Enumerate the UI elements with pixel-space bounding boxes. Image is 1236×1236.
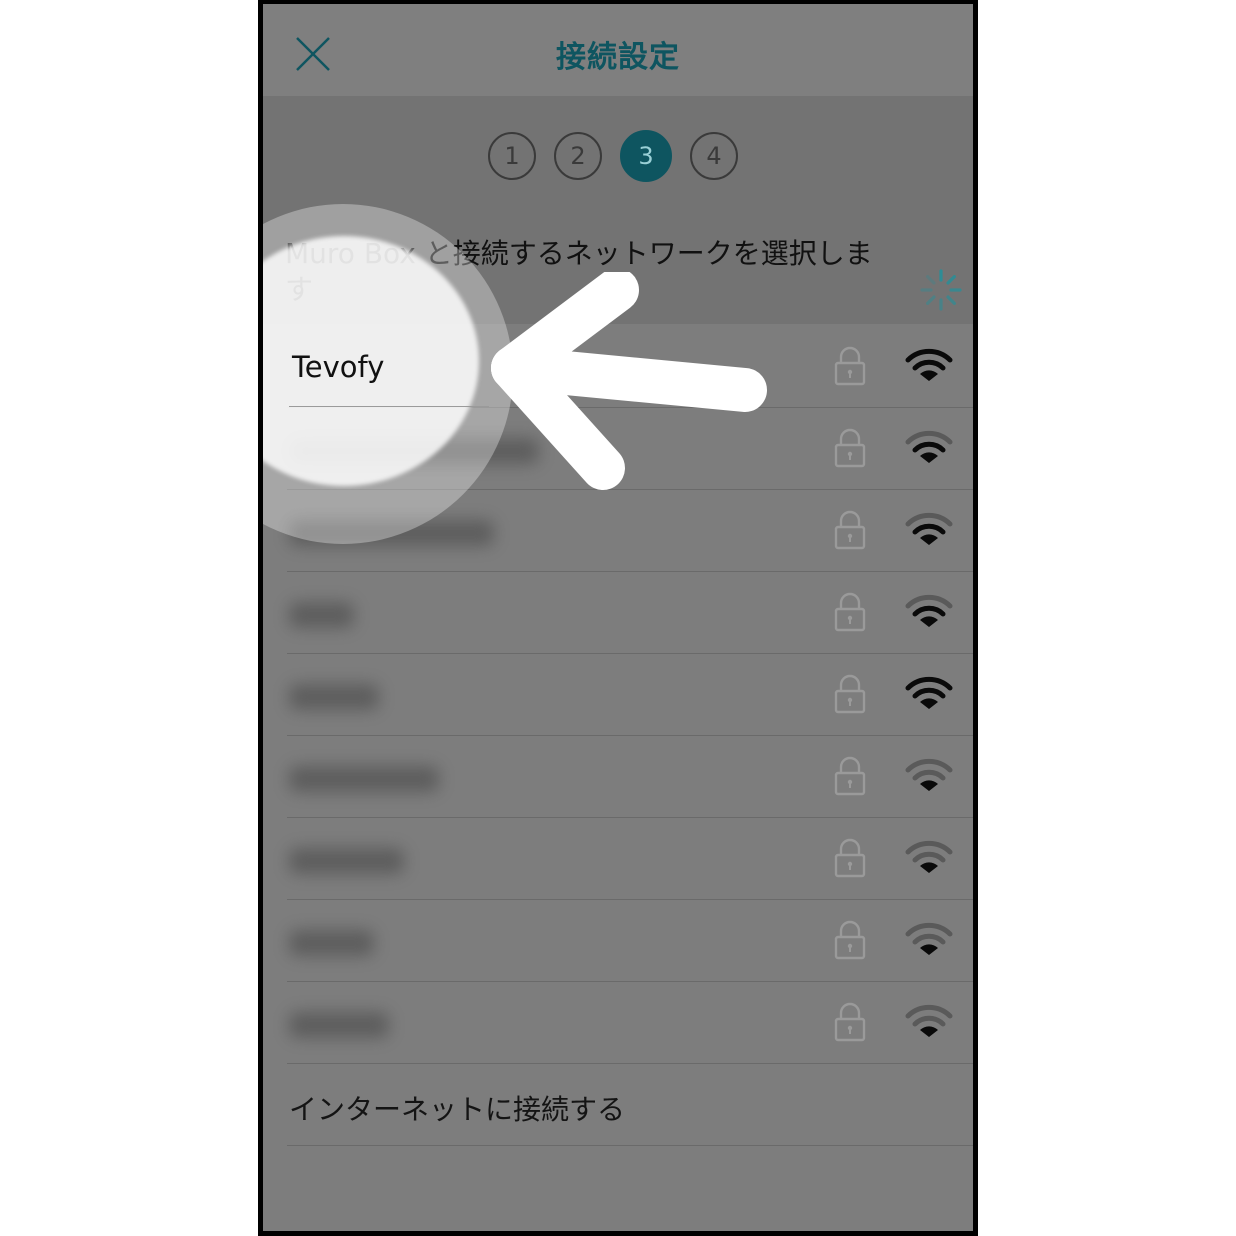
connect-internet-label: インターネットに接続する <box>289 1093 626 1126</box>
network-row[interactable] <box>287 900 973 982</box>
lock-icon <box>834 592 866 632</box>
lock-icon <box>834 756 866 796</box>
lock-icon <box>834 510 866 550</box>
network-name-tevofy: Tevofy <box>292 350 385 384</box>
wifi-weak-icon <box>905 840 953 873</box>
network-name-blurred <box>289 930 374 956</box>
wifi-weak-icon <box>905 1004 953 1037</box>
lock-icon <box>834 428 866 468</box>
network-row[interactable] <box>287 654 973 736</box>
phone-screen: 接続設定 1 2 3 4 Muro Box と接続するネットワークを選択します <box>258 0 978 1236</box>
lock-icon <box>834 346 866 386</box>
network-row[interactable] <box>287 736 973 818</box>
wifi-strong-icon <box>905 348 953 381</box>
divider <box>289 406 489 407</box>
lock-icon <box>834 674 866 714</box>
lock-icon <box>834 1002 866 1042</box>
step-3-active: 3 <box>620 130 672 182</box>
network-row[interactable] <box>287 982 973 1064</box>
lock-icon <box>834 920 866 960</box>
navbar: 接続設定 <box>263 4 973 96</box>
network-name-blurred <box>289 766 439 792</box>
step-indicator: 1 2 3 4 <box>488 130 738 182</box>
step-1: 1 <box>488 132 536 180</box>
step-4: 4 <box>690 132 738 180</box>
pointer-arrow-icon <box>491 272 767 490</box>
wifi-medium-icon <box>905 512 953 545</box>
network-row[interactable] <box>287 818 973 900</box>
wifi-medium-icon <box>905 430 953 463</box>
wifi-weak-icon <box>905 758 953 791</box>
network-name-blurred <box>289 848 404 874</box>
wifi-strong-icon <box>905 676 953 709</box>
wifi-medium-icon <box>905 594 953 627</box>
wifi-weak-icon <box>905 922 953 955</box>
page-title: 接続設定 <box>556 40 680 75</box>
network-name-blurred <box>289 684 379 710</box>
network-name-blurred <box>289 1012 389 1038</box>
lock-icon <box>834 838 866 878</box>
step-2: 2 <box>554 132 602 180</box>
network-name-blurred <box>289 602 354 628</box>
spinner-icon <box>920 269 962 311</box>
connect-internet-option[interactable]: インターネットに接続する <box>287 1064 973 1146</box>
network-row[interactable] <box>287 572 973 654</box>
